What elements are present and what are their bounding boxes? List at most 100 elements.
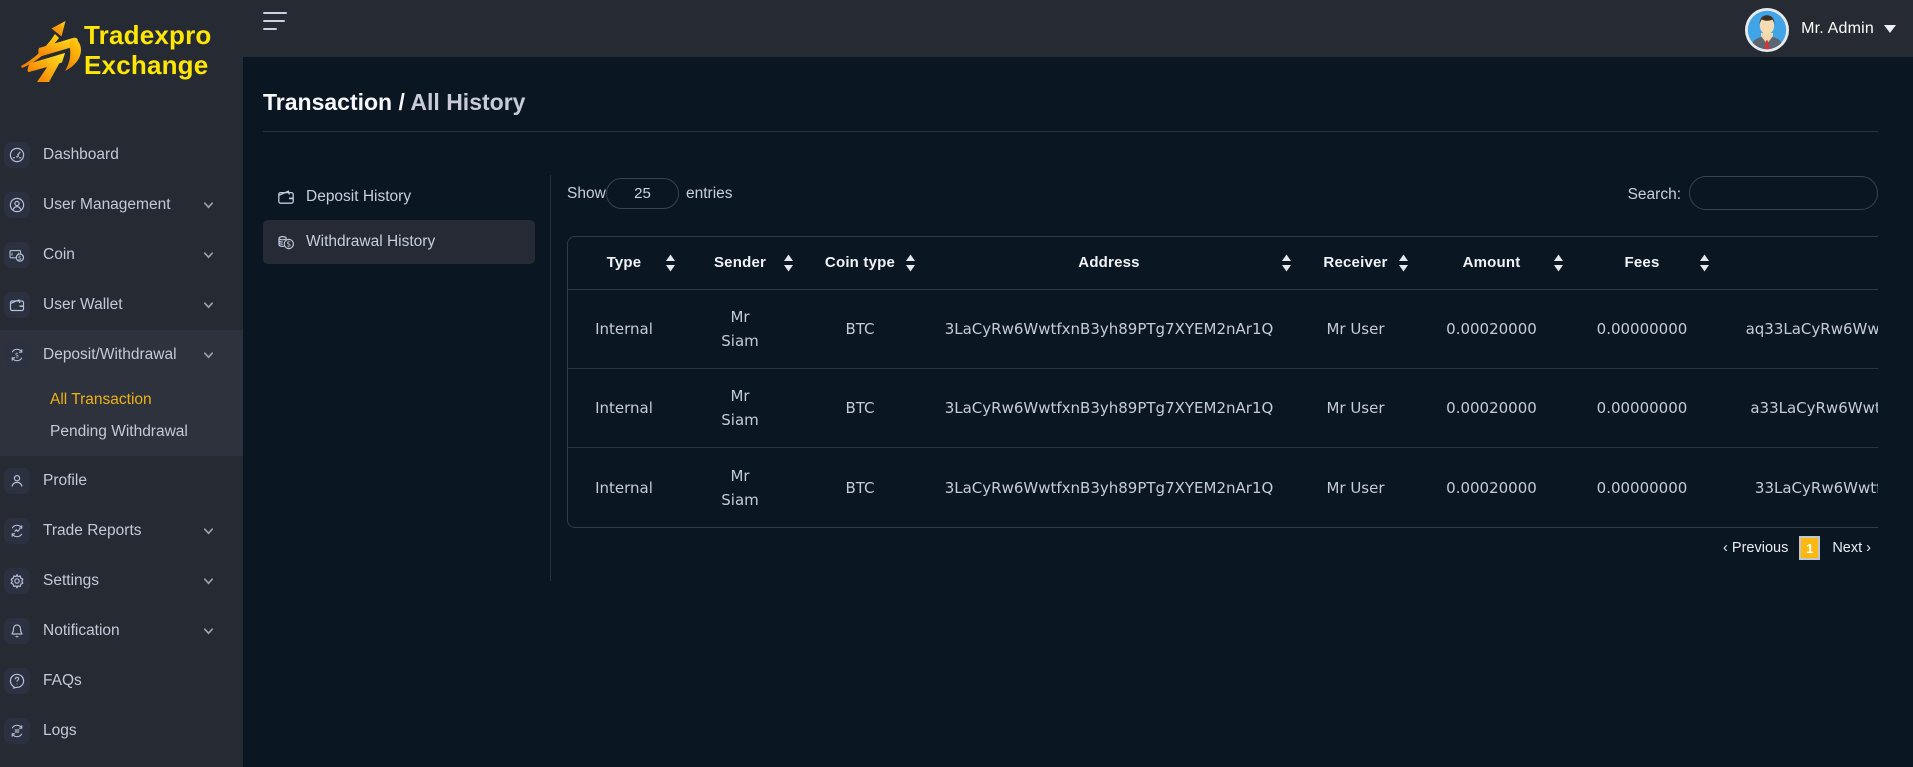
cell-type: Internal: [567, 369, 681, 448]
coins-tab-icon: $: [277, 233, 295, 251]
chevron-down-icon: [202, 299, 215, 312]
chevron-down-icon: [202, 349, 215, 362]
cash-coin-icon: $: [4, 242, 30, 268]
entries-label: entries: [686, 185, 733, 203]
cell-address: 3LaCyRw6WwtfxnB3yh89PTg7XYEM2nAr1Q: [921, 290, 1297, 369]
cell-coin-type: BTC: [799, 448, 921, 527]
cell-amount: 0.00020000: [1414, 290, 1569, 369]
cell-address: 3LaCyRw6WwtfxnB3yh89PTg7XYEM2nAr1Q: [921, 369, 1297, 448]
search-input[interactable]: [1689, 176, 1878, 210]
cell-fees: 0.00000000: [1569, 369, 1715, 448]
sort-icon: [1700, 254, 1709, 271]
speedometer-icon: [4, 142, 30, 168]
cell-fees: 0.00000000: [1569, 290, 1715, 369]
table-row: InternalMr SiamBTC3LaCyRw6WwtfxnB3yh89PT…: [567, 290, 1878, 369]
sidebar-item-dashboard[interactable]: Dashboard: [0, 130, 243, 180]
sidebar-item-faqs[interactable]: FAQs: [0, 656, 243, 706]
pagination-previous-button[interactable]: ‹ Previous: [1723, 540, 1788, 556]
table-row: InternalMr SiamBTC3LaCyRw6WwtfxnB3yh89PT…: [567, 369, 1878, 448]
cell-coin-type: BTC: [799, 290, 921, 369]
sidebar-item-user-wallet[interactable]: User Wallet: [0, 280, 243, 330]
column-header-amount[interactable]: Amount: [1414, 236, 1569, 290]
cell-sender: Mr Siam: [681, 290, 799, 369]
sidebar-item-notification[interactable]: Notification: [0, 606, 243, 656]
chevron-down-icon: [202, 199, 215, 212]
caret-down-icon: [1884, 25, 1896, 33]
chevron-down-icon: [202, 625, 215, 638]
sidebar-item-trade-reports[interactable]: Trade Reports: [0, 506, 243, 556]
sort-icon: [1282, 254, 1291, 271]
sidebar-item-logs[interactable]: Logs: [0, 706, 243, 756]
pagination-next-button[interactable]: Next ›: [1832, 540, 1871, 556]
wallet-icon: [4, 292, 30, 318]
hamburger-menu-icon[interactable]: [263, 12, 287, 33]
cell-transaction-id: a33LaCyRw6WwtfxnB3yh89PTg7XYEM2nAr1Q: [1715, 369, 1878, 448]
gear-icon: [4, 568, 30, 594]
tab-deposit-history[interactable]: Deposit History: [263, 175, 535, 219]
chevron-down-icon: [202, 249, 215, 262]
wallet-tab-icon: [277, 188, 295, 206]
chevron-down-icon: [202, 575, 215, 588]
svg-text:$: $: [15, 352, 19, 360]
sort-icon: [666, 254, 675, 271]
column-header-coin-type[interactable]: Coin type: [799, 236, 921, 290]
sidebar-group-deposit-withdrawal: $ Deposit/Withdrawal All Transaction Pen…: [0, 330, 243, 456]
sort-icon: [906, 254, 915, 271]
sort-icon: [1554, 254, 1563, 271]
cell-address: 3LaCyRw6WwtfxnB3yh89PTg7XYEM2nAr1Q: [921, 448, 1297, 527]
cell-transaction-id: aq33LaCyRw6WwtfxnB3yh89PTg7XYEM2nAr1Q: [1715, 290, 1878, 369]
table-header-row: Type Sender Coin type Address Receiver A…: [567, 236, 1878, 290]
avatar: [1745, 8, 1789, 52]
column-header-fees[interactable]: Fees: [1569, 236, 1715, 290]
sidebar-item-profile[interactable]: Profile: [0, 456, 243, 506]
pagination-page-1-button[interactable]: 1: [1799, 536, 1820, 560]
user-circle-icon: [4, 192, 30, 218]
brand-logo[interactable]: Tradexpro Exchange: [21, 18, 212, 82]
svg-text:$: $: [286, 240, 291, 249]
sidebar-subitem-all-transaction[interactable]: All Transaction: [0, 384, 243, 416]
sidebar-item-settings[interactable]: Settings: [0, 556, 243, 606]
cell-type: Internal: [567, 448, 681, 527]
tab-withdrawal-history[interactable]: $ Withdrawal History: [263, 220, 535, 264]
cell-receiver: Mr User: [1297, 448, 1414, 527]
cell-type: Internal: [567, 290, 681, 369]
svg-text:$: $: [18, 255, 22, 262]
exchange-icon: $: [4, 342, 30, 368]
column-header-sender[interactable]: Sender: [681, 236, 799, 290]
person-icon: [4, 468, 30, 494]
cell-coin-type: BTC: [799, 369, 921, 448]
cell-amount: 0.00020000: [1414, 448, 1569, 527]
table-controls: Show 25 entries Search:: [567, 175, 1878, 215]
sort-icon: [784, 254, 793, 271]
cell-fees: 0.00000000: [1569, 448, 1715, 527]
search-label: Search:: [1628, 186, 1681, 204]
cell-receiver: Mr User: [1297, 369, 1414, 448]
transactions-table: Type Sender Coin type Address Receiver A…: [567, 236, 1878, 527]
transactions-table-wrap: Type Sender Coin type Address Receiver A…: [567, 236, 1878, 528]
sidebar: Tradexpro Exchange Dashboard: [0, 0, 243, 767]
cell-sender: Mr Siam: [681, 369, 799, 448]
cell-transaction-id: 33LaCyRw6WwtfxnB3yh89PTg7XYEM2nAr1Q: [1715, 448, 1878, 527]
user-menu[interactable]: Mr. Admin: [1745, 0, 1896, 57]
column-header-type[interactable]: Type: [567, 236, 681, 290]
trade-icon: [4, 518, 30, 544]
column-header-transaction-id[interactable]: [1715, 236, 1878, 290]
entries-select[interactable]: 25: [606, 178, 679, 209]
sort-icon: [1399, 254, 1408, 271]
title-divider: [263, 131, 1878, 132]
sidebar-item-coin[interactable]: $ Coin: [0, 230, 243, 280]
main-content: Transaction / All History Deposit Histor…: [243, 57, 1913, 767]
breadcrumb-current: All History: [410, 89, 525, 115]
column-header-address[interactable]: Address: [921, 236, 1297, 290]
table-row: InternalMr SiamBTC3LaCyRw6WwtfxnB3yh89PT…: [567, 448, 1878, 527]
question-icon: [4, 668, 30, 694]
bell-icon: [4, 618, 30, 644]
show-label: Show: [567, 185, 606, 203]
sidebar-subitem-pending-withdrawal[interactable]: Pending Withdrawal: [0, 416, 243, 448]
sidebar-item-deposit-withdrawal[interactable]: $ Deposit/Withdrawal: [0, 330, 243, 380]
brand-name-line2: Exchange: [84, 50, 212, 80]
column-header-receiver[interactable]: Receiver: [1297, 236, 1414, 290]
cell-receiver: Mr User: [1297, 290, 1414, 369]
breadcrumb: Transaction / All History: [263, 89, 525, 116]
sidebar-item-user-management[interactable]: User Management: [0, 180, 243, 230]
